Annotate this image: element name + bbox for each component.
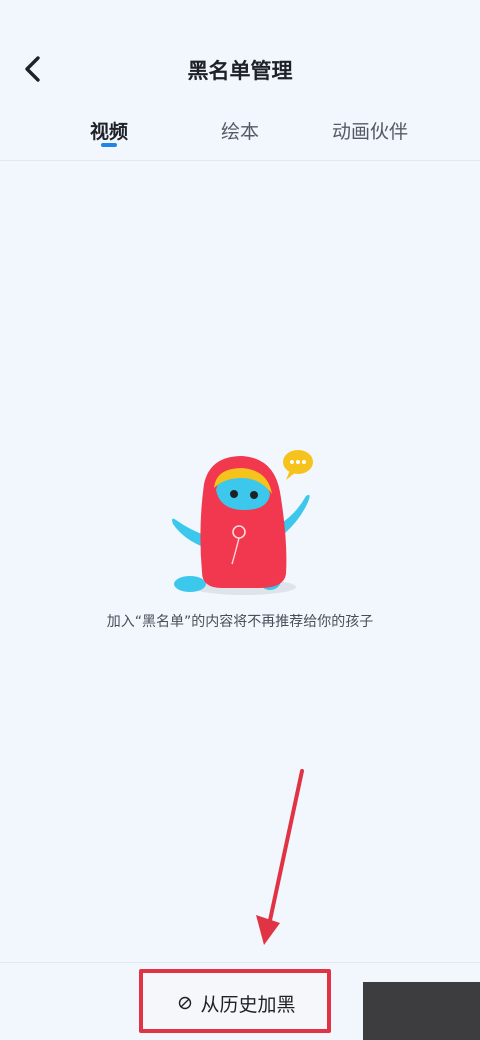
tab-animation-partner-label: 动画伙伴	[331, 121, 408, 143]
tab-video-label: 视频	[89, 121, 128, 143]
empty-state-message: 加入“黑名单”的内容将不再推荐给你的孩子	[106, 614, 374, 630]
header-bar: 黑名单管理 视频 绘本 动画伙伴	[0, 0, 480, 161]
tab-picture-book[interactable]: 绘本	[206, 117, 274, 157]
page-title: 黑名单管理	[187, 59, 293, 83]
annotation-highlight-box	[139, 969, 331, 1033]
footer-divider	[0, 962, 480, 963]
annotation-arrow	[256, 769, 304, 945]
red-mascot-illustration	[172, 450, 313, 595]
active-tab-indicator	[101, 143, 117, 147]
tab-animation-partner[interactable]: 动画伙伴	[320, 117, 420, 157]
corner-overlay	[363, 982, 480, 1040]
tab-video[interactable]: 视频	[78, 117, 140, 157]
tab-picture-book-label: 绘本	[220, 121, 259, 143]
